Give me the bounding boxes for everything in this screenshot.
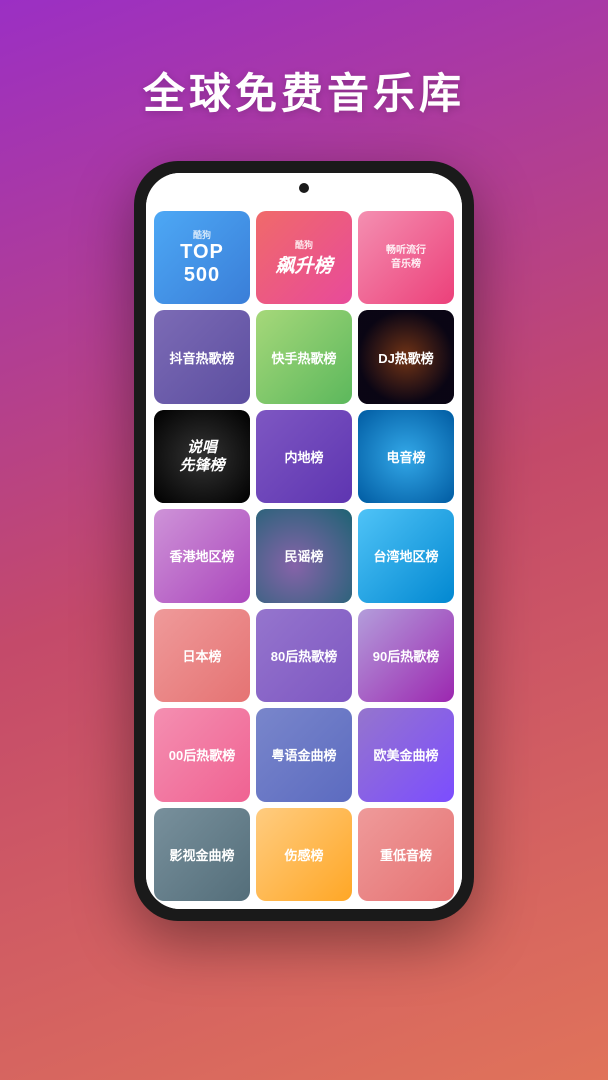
camera-dot <box>299 183 309 193</box>
grid-item-liuxing[interactable]: 畅听流行音乐榜 <box>358 211 454 304</box>
grid-item-riben[interactable]: 日本榜 <box>154 609 250 702</box>
phone-notch <box>146 173 462 203</box>
grid-item-dianyin[interactable]: 电音榜 <box>358 410 454 503</box>
phone-screen: 酷狗 TOP 500 酷狗 飙升榜 畅听流行音乐榜 抖音热歌榜 快手热歌榜 DJ… <box>146 173 462 909</box>
grid-item-minyao[interactable]: 民谣榜 <box>256 509 352 602</box>
music-grid: 酷狗 TOP 500 酷狗 飙升榜 畅听流行音乐榜 抖音热歌榜 快手热歌榜 DJ… <box>146 203 462 909</box>
phone-frame: 酷狗 TOP 500 酷狗 飙升榜 畅听流行音乐榜 抖音热歌榜 快手热歌榜 DJ… <box>134 161 474 921</box>
grid-item-00hou[interactable]: 00后热歌榜 <box>154 708 250 801</box>
grid-item-xianggang[interactable]: 香港地区榜 <box>154 509 250 602</box>
grid-item-taiwan[interactable]: 台湾地区榜 <box>358 509 454 602</box>
grid-item-zhongdi[interactable]: 重低音榜 <box>358 808 454 901</box>
grid-item-neidi[interactable]: 内地榜 <box>256 410 352 503</box>
grid-item-oumei[interactable]: 欧美金曲榜 <box>358 708 454 801</box>
grid-item-yueyu[interactable]: 粤语金曲榜 <box>256 708 352 801</box>
grid-item-80hou[interactable]: 80后热歌榜 <box>256 609 352 702</box>
grid-item-douyin[interactable]: 抖音热歌榜 <box>154 310 250 403</box>
grid-item-shangan[interactable]: 伤感榜 <box>256 808 352 901</box>
grid-item-piaosheng[interactable]: 酷狗 飙升榜 <box>256 211 352 304</box>
grid-item-dj[interactable]: DJ热歌榜 <box>358 310 454 403</box>
grid-item-yingshi[interactable]: 影视金曲榜 <box>154 808 250 901</box>
grid-item-top500[interactable]: 酷狗 TOP 500 <box>154 211 250 304</box>
grid-item-90hou[interactable]: 90后热歌榜 <box>358 609 454 702</box>
grid-item-kuaishou[interactable]: 快手热歌榜 <box>256 310 352 403</box>
page-headline: 全球免费音乐库 <box>143 60 465 121</box>
grid-item-shuochang[interactable]: 说唱先锋榜 <box>154 410 250 503</box>
